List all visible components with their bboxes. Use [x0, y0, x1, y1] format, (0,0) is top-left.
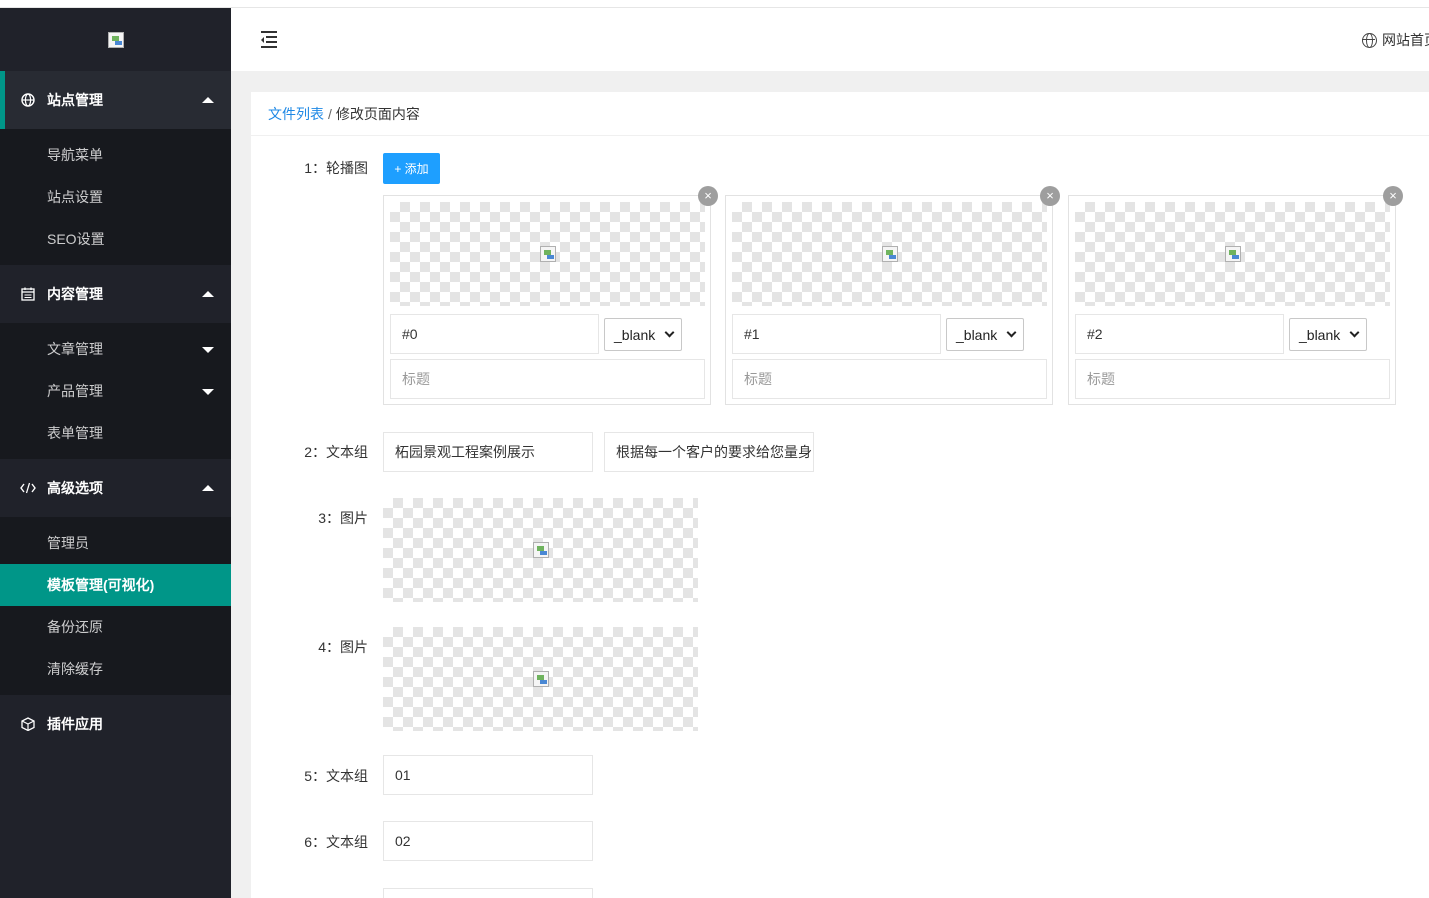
add-slide-button[interactable]: + 添加 [383, 153, 440, 184]
slide-title-input[interactable]: 标题 [732, 359, 1047, 399]
text-group-6-input[interactable]: 02 [383, 821, 593, 861]
content-card: 文件列表 / 修改页面内容 1：轮播图 + 添加 × #0 _blank 标题 … [251, 92, 1429, 898]
image-3-upload[interactable] [383, 498, 698, 602]
text-group-2-label: 2：文本组 [304, 444, 368, 460]
sidebar-item-forms[interactable]: 表单管理 [0, 412, 231, 454]
calendar-icon [20, 286, 36, 302]
broken-image-icon [539, 246, 556, 262]
sidebar-item-clear-cache[interactable]: 清除缓存 [0, 648, 231, 690]
top-strip [0, 0, 1429, 8]
select-value: _blank [956, 326, 998, 343]
slide-link-input[interactable]: #0 [390, 314, 599, 354]
slide-link-input[interactable]: #2 [1075, 314, 1284, 354]
image-3-label: 3：图片 [318, 510, 368, 526]
close-icon[interactable]: × [1040, 186, 1060, 206]
sidebar-submenu: 管理员 模板管理(可视化) 备份还原 清除缓存 [0, 517, 231, 695]
cube-icon [20, 716, 36, 732]
sidebar-group-content[interactable]: 内容管理 [0, 265, 231, 323]
slide-image[interactable] [1075, 202, 1390, 306]
sidebar-item-admins[interactable]: 管理员 [0, 522, 231, 564]
logo-image [107, 31, 124, 48]
image-4-upload[interactable] [383, 627, 698, 731]
site-home-link[interactable]: 网站首页 [1362, 30, 1429, 50]
close-icon[interactable]: × [698, 186, 718, 206]
carousel-slide: × #2 _blank 标题 [1068, 186, 1403, 405]
code-icon [20, 480, 36, 496]
broken-image-icon [1224, 246, 1241, 262]
sidebar-submenu: 导航菜单 站点设置 SEO设置 [0, 129, 231, 265]
broken-image-icon [881, 246, 898, 262]
slide-link-input[interactable]: #1 [732, 314, 941, 354]
breadcrumb-current: 修改页面内容 [335, 105, 420, 122]
breadcrumb: 文件列表 / 修改页面内容 [251, 92, 1429, 136]
select-value: _blank [614, 326, 656, 343]
text-group-2-input-2[interactable]: 根据每一个客户的要求给您量身 [604, 432, 814, 472]
sidebar-item-label: 文章管理 [47, 341, 103, 357]
caret-down-icon [202, 389, 214, 395]
slide-title-input[interactable]: 标题 [1075, 359, 1390, 399]
select-value: _blank [1299, 326, 1341, 343]
site-home-label: 网站首页 [1382, 32, 1429, 48]
sidebar-item-template-manager[interactable]: 模板管理(可视化) [0, 564, 231, 606]
globe-icon [20, 92, 36, 108]
carousel-label: 1：轮播图 [304, 160, 368, 176]
logo[interactable] [0, 8, 231, 71]
sidebar-item-site-settings[interactable]: 站点设置 [0, 176, 231, 218]
broken-image-icon [532, 542, 549, 558]
caret-up-icon [202, 97, 214, 103]
slide-image[interactable] [390, 202, 705, 306]
sidebar-group-plugins[interactable]: 插件应用 [0, 695, 231, 753]
sidebar-item-products[interactable]: 产品管理 [0, 370, 231, 412]
text-group-5-input[interactable]: 01 [383, 755, 593, 795]
menu-fold-icon[interactable] [261, 31, 279, 48]
slide-image[interactable] [732, 202, 1047, 306]
text-group-2-input-1[interactable]: 柘园景观工程案例展示 [383, 432, 593, 472]
next-field-input[interactable] [383, 888, 593, 898]
chevron-down-icon [1006, 327, 1017, 338]
caret-up-icon [202, 291, 214, 297]
slide-target-select[interactable]: _blank [604, 318, 682, 351]
sidebar-item-articles[interactable]: 文章管理 [0, 328, 231, 370]
sidebar-item-label: 产品管理 [47, 383, 103, 399]
breadcrumb-link-file-list[interactable]: 文件列表 [268, 104, 324, 124]
caret-down-icon [202, 347, 214, 353]
sidebar-group-site[interactable]: 站点管理 [0, 71, 231, 129]
sidebar: 站点管理 导航菜单 站点设置 SEO设置 内容管理 文章管理 产品管理 表单管理… [0, 8, 231, 898]
globe-icon [1362, 32, 1377, 48]
breadcrumb-separator: / [328, 105, 332, 122]
carousel-slide: × #1 _blank 标题 [725, 186, 1060, 405]
slide-target-select[interactable]: _blank [946, 318, 1024, 351]
image-4-label: 4：图片 [318, 639, 368, 655]
chevron-down-icon [664, 327, 675, 338]
sidebar-group-label: 插件应用 [47, 716, 103, 732]
sidebar-group-label: 站点管理 [47, 92, 103, 108]
sidebar-group-advanced[interactable]: 高级选项 [0, 459, 231, 517]
carousel-slide: × #0 _blank 标题 [383, 186, 718, 405]
broken-image-icon [532, 671, 549, 687]
sidebar-item-backup[interactable]: 备份还原 [0, 606, 231, 648]
text-group-6-label: 6：文本组 [304, 834, 368, 850]
caret-up-icon [202, 485, 214, 491]
close-icon[interactable]: × [1383, 186, 1403, 206]
sidebar-item-seo[interactable]: SEO设置 [0, 218, 231, 260]
sidebar-group-label: 高级选项 [47, 480, 103, 496]
sidebar-group-label: 内容管理 [47, 286, 103, 302]
sidebar-item-nav-menu[interactable]: 导航菜单 [0, 134, 231, 176]
text-group-5-label: 5：文本组 [304, 768, 368, 784]
top-header: 网站首页 [231, 8, 1429, 71]
slide-target-select[interactable]: _blank [1289, 318, 1367, 351]
chevron-down-icon [1349, 327, 1360, 338]
sidebar-submenu: 文章管理 产品管理 表单管理 [0, 323, 231, 459]
slide-title-input[interactable]: 标题 [390, 359, 705, 399]
